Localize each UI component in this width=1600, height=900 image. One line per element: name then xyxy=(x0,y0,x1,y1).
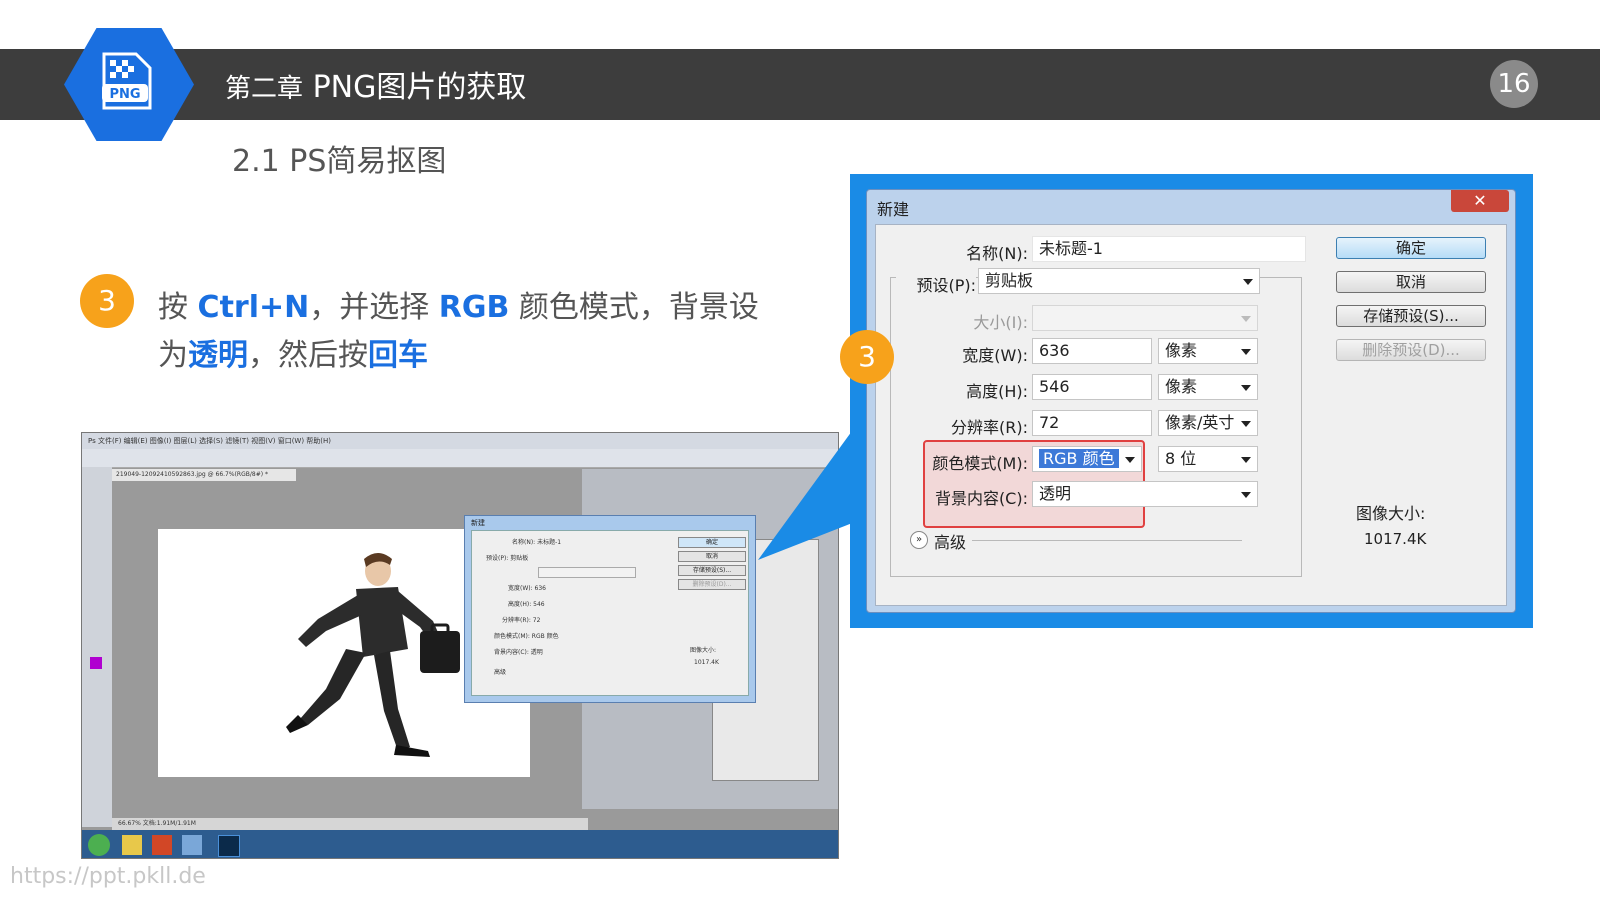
background-select[interactable]: 透明 xyxy=(1032,481,1258,507)
step-badge-dialog: 3 xyxy=(840,330,894,384)
watermark: https://ppt.pkll.de xyxy=(10,864,206,889)
name-input[interactable]: 未标题-1 xyxy=(1032,236,1306,262)
close-button[interactable]: ✕ xyxy=(1451,190,1509,212)
chevron-down-icon xyxy=(1241,385,1251,391)
save-preset-button[interactable]: 存储预设(S)... xyxy=(1336,305,1486,327)
height-unit-select[interactable]: 像素 xyxy=(1158,374,1258,400)
size-label: 大小(I): xyxy=(973,313,1028,332)
width-label: 宽度(W): xyxy=(962,346,1028,365)
chevron-down-icon xyxy=(1241,457,1251,463)
resolution-label: 分辨率(R): xyxy=(951,418,1028,437)
chevron-down-icon xyxy=(1125,457,1135,463)
image-size-label: 图像大小: xyxy=(1356,504,1426,523)
new-document-dialog: 新建 ✕ 名称(N): 未标题-1 预设(P): 剪贴板 大小(I): 宽度(W… xyxy=(866,189,1516,613)
preset-select[interactable]: 剪贴板 xyxy=(978,268,1260,294)
background-label: 背景内容(C): xyxy=(934,489,1028,508)
cancel-button[interactable]: 取消 xyxy=(1336,271,1486,293)
chevron-down-icon xyxy=(1243,279,1253,285)
chevron-down-icon xyxy=(1241,349,1251,355)
width-unit-select[interactable]: 像素 xyxy=(1158,338,1258,364)
height-label: 高度(H): xyxy=(966,382,1028,401)
delete-preset-button[interactable]: 删除预设(D)... xyxy=(1336,339,1486,361)
bit-depth-select[interactable]: 8 位 xyxy=(1158,446,1258,472)
dialog-body: 名称(N): 未标题-1 预设(P): 剪贴板 大小(I): 宽度(W): 63… xyxy=(875,224,1507,606)
chevron-down-icon xyxy=(1241,492,1251,498)
width-input[interactable]: 636 xyxy=(1032,338,1152,364)
expand-advanced-icon[interactable]: » xyxy=(910,531,928,549)
ok-button[interactable]: 确定 xyxy=(1336,237,1486,259)
size-select[interactable] xyxy=(1032,305,1258,331)
advanced-label[interactable]: 高级 xyxy=(934,529,966,553)
name-label: 名称(N): xyxy=(966,244,1028,263)
chevron-down-icon xyxy=(1241,316,1251,322)
resolution-unit-select[interactable]: 像素/英寸 xyxy=(1158,410,1258,436)
image-size-value: 1017.4K xyxy=(1364,530,1427,548)
height-input[interactable]: 546 xyxy=(1032,374,1152,400)
resolution-input[interactable]: 72 xyxy=(1032,410,1152,436)
advanced-divider xyxy=(972,540,1242,541)
chevron-down-icon xyxy=(1241,421,1251,427)
preset-label: 预设(P): xyxy=(896,272,976,296)
dialog-title: 新建 xyxy=(877,200,910,219)
color-mode-label: 颜色模式(M): xyxy=(932,454,1028,473)
color-mode-select[interactable]: RGB 颜色 xyxy=(1032,446,1142,472)
